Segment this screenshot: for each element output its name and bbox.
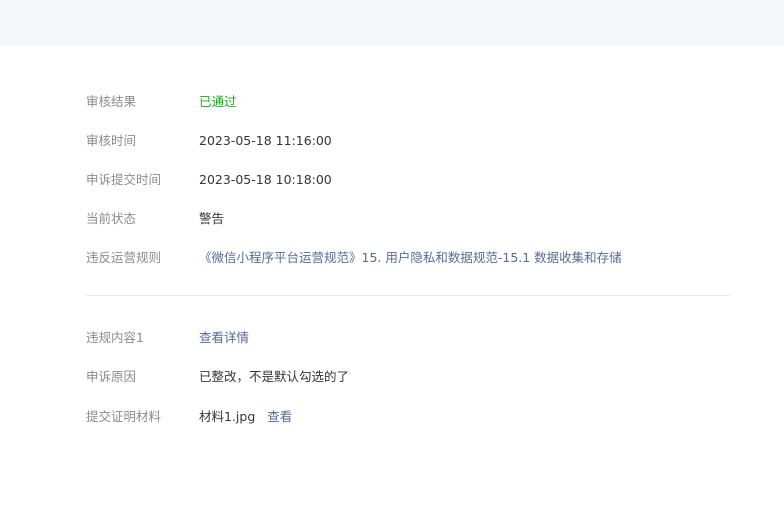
appeal-submit-time-value: 2023-05-18 10:18:00 [199,172,332,187]
appeal-reason-label: 申诉原因 [86,369,137,384]
review-result-value: 已通过 [199,94,237,109]
view-evidence-link[interactable]: 查看 [267,409,292,424]
evidence-row: 提交证明材料 材料1.jpg 查看 [0,407,784,427]
review-result-row: 审核结果 已通过 [0,92,784,112]
appeal-reason-value: 已整改，不是默认勾选的了 [199,369,350,384]
violated-rule-label: 违反运营规则 [86,250,162,265]
appeal-submit-time-label: 申诉提交时间 [86,172,162,187]
review-time-row: 审核时间 2023-05-18 11:16:00 [0,131,784,151]
violation-content-row: 违规内容1 查看详情 [0,328,784,348]
appeal-reason-row: 申诉原因 已整改，不是默认勾选的了 [0,367,784,387]
evidence-file-name: 材料1.jpg [199,409,256,424]
violation-content-label: 违规内容1 [86,330,144,345]
current-status-row: 当前状态 警告 [0,209,784,229]
current-status-label: 当前状态 [86,211,137,226]
evidence-value: 材料1.jpg 查看 [199,407,292,427]
section-divider [86,295,730,296]
view-details-link[interactable]: 查看详情 [199,328,249,348]
current-status-value: 警告 [199,211,225,226]
top-header-band [0,0,784,46]
violated-rule-link[interactable]: 《微信小程序平台运营规范》15. 用户隐私和数据规范-15.1 数据收集和存储 [199,248,622,268]
review-time-value: 2023-05-18 11:16:00 [199,133,332,148]
evidence-label: 提交证明材料 [86,409,162,424]
review-result-label: 审核结果 [86,94,137,109]
review-time-label: 审核时间 [86,133,137,148]
violated-rule-row: 违反运营规则 《微信小程序平台运营规范》15. 用户隐私和数据规范-15.1 数… [0,248,784,268]
appeal-submit-time-row: 申诉提交时间 2023-05-18 10:18:00 [0,170,784,190]
